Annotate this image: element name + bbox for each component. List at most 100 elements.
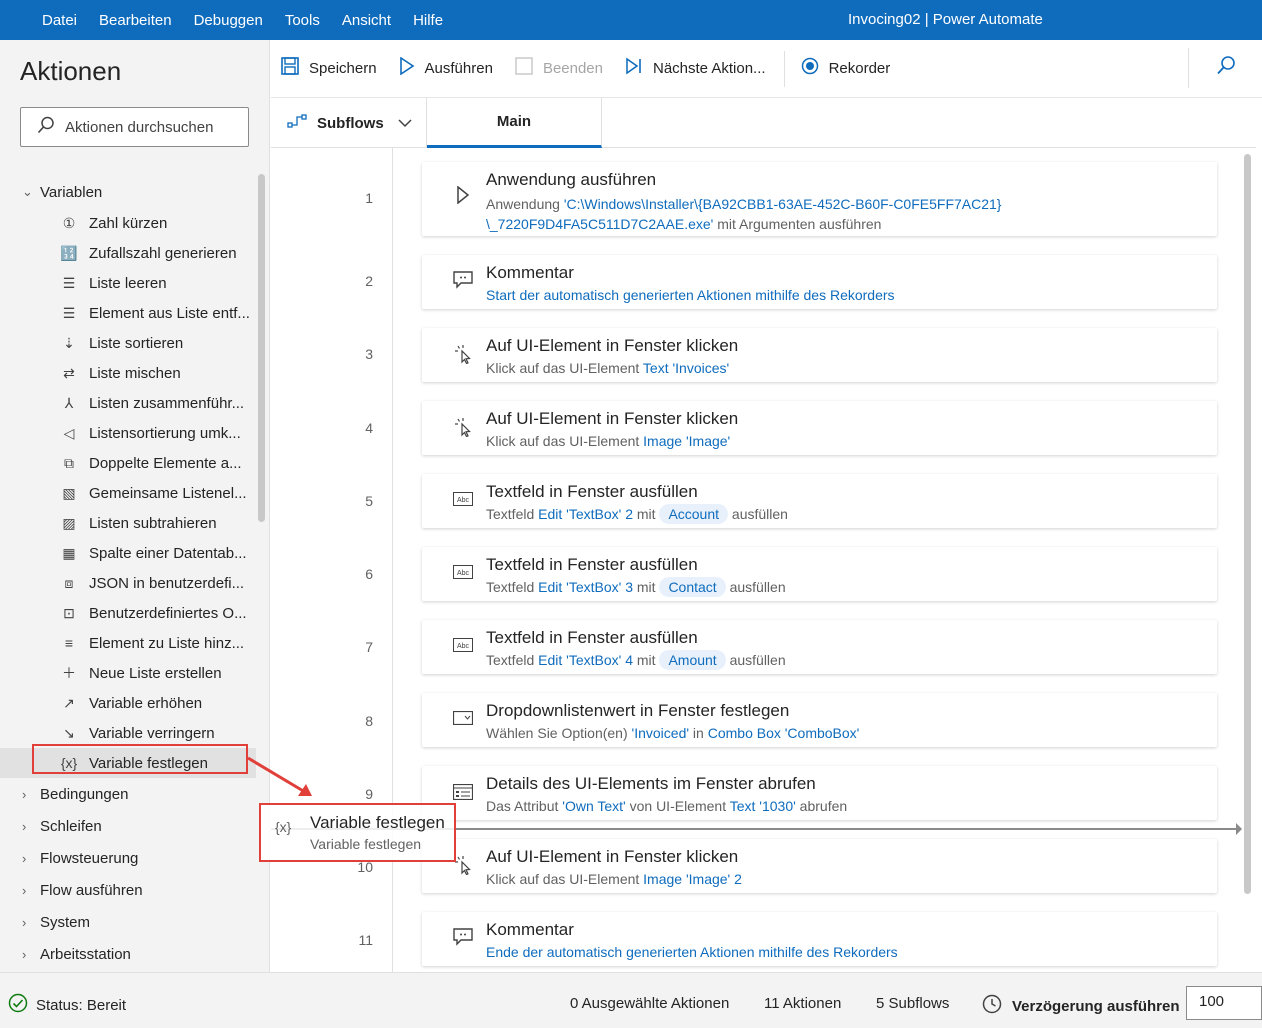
action-liste-sortieren[interactable]: ⇣ Liste sortieren xyxy=(0,328,256,358)
step-link[interactable]: 'C:\Windows\Installer\{BA92CBB1-63AE-452… xyxy=(564,196,1002,212)
line-number: 6 xyxy=(365,566,373,582)
action-variable-erhoehen[interactable]: ↗ Variable erhöhen xyxy=(0,688,256,718)
step-link[interactable]: Edit 'TextBox' 2 xyxy=(538,506,633,522)
category-flowsteuerung[interactable]: › Flowsteuerung xyxy=(0,842,256,874)
flow-step[interactable]: Abc Textfeld in Fenster ausfüllen Textfe… xyxy=(422,474,1217,528)
textbox-icon: Abc xyxy=(452,638,474,656)
step-link[interactable]: 'Invoiced' xyxy=(632,725,690,741)
category-arbeitsstation[interactable]: › Arbeitsstation xyxy=(0,938,256,970)
clear-list-icon: ☰ xyxy=(62,274,76,291)
flow-step[interactable]: Auf UI-Element in Fenster klicken Klick … xyxy=(422,328,1217,382)
variable-pill[interactable]: Contact xyxy=(659,577,726,597)
action-listen-zusammenfuehren[interactable]: ⅄ Listen zusammenführ... xyxy=(0,388,256,418)
flow-step[interactable]: Dropdownlistenwert in Fenster festlegen … xyxy=(422,693,1217,747)
random-number-icon: 🔢 xyxy=(60,244,78,261)
menu-bearbeiten[interactable]: Bearbeiten xyxy=(99,12,172,29)
category-schleifen[interactable]: › Schleifen xyxy=(0,810,256,842)
flow-step[interactable]: Auf UI-Element in Fenster klicken Klick … xyxy=(422,401,1217,455)
flow-search-button[interactable] xyxy=(1188,48,1262,88)
actions-tree: ⌄ Variablen ① Zahl kürzen 🔢 Zufallszahl ge… xyxy=(0,176,256,970)
actions-count: 11 Aktionen xyxy=(764,995,842,1012)
step-title: Kommentar xyxy=(486,920,574,939)
chevron-right-icon: › xyxy=(22,882,27,898)
flow-step[interactable]: Details des UI-Elements im Fenster abruf… xyxy=(422,766,1217,820)
step-link[interactable]: Edit 'TextBox' 3 xyxy=(538,579,633,595)
step-title: Details des UI-Elements im Fenster abruf… xyxy=(486,774,816,793)
run-delay-input[interactable]: 100 xyxy=(1186,986,1262,1020)
step-link[interactable]: 'Own Text' xyxy=(562,798,625,814)
action-doppelte-elemente[interactable]: ⧉ Doppelte Elemente a... xyxy=(0,448,256,478)
action-json-konvertieren[interactable]: ⧈ JSON in benutzerdefi... xyxy=(0,568,256,598)
variable-pill[interactable]: Amount xyxy=(659,650,726,670)
action-element-entfernen[interactable]: ☰ Element aus Liste entf... xyxy=(0,298,256,328)
step-link[interactable]: Combo Box 'ComboBox' xyxy=(708,725,860,741)
stop-button[interactable]: Beenden xyxy=(515,57,603,80)
action-spalte-datentabelle[interactable]: ▦ Spalte einer Datentab... xyxy=(0,538,256,568)
step-link[interactable]: Edit 'TextBox' 4 xyxy=(538,652,633,668)
flow-step[interactable]: Auf UI-Element in Fenster klicken Klick … xyxy=(422,839,1217,893)
increase-variable-icon: ↗ xyxy=(63,694,75,711)
actions-search-input[interactable]: Aktionen durchsuchen xyxy=(20,107,249,147)
category-variablen[interactable]: ⌄ Variablen xyxy=(0,176,256,208)
variable-pill[interactable]: Account xyxy=(659,504,729,524)
menu-tools[interactable]: Tools xyxy=(285,12,320,29)
action-zufallszahl[interactable]: 🔢 Zufallszahl generieren xyxy=(0,238,256,268)
menu-bar: Datei Bearbeiten Debuggen Tools Ansicht … xyxy=(42,0,465,40)
menu-debuggen[interactable]: Debuggen xyxy=(194,12,263,29)
step-title: Anwendung ausführen xyxy=(486,170,657,189)
step-link[interactable]: Text 'Invoices' xyxy=(643,360,729,376)
category-bedingungen[interactable]: › Bedingungen xyxy=(0,778,256,810)
step-title: Kommentar xyxy=(486,263,574,282)
line-number: 8 xyxy=(365,713,373,729)
action-liste-leeren[interactable]: ☰ Liste leeren xyxy=(0,268,256,298)
search-icon xyxy=(1216,55,1236,81)
recorder-button[interactable]: Rekorder xyxy=(801,57,890,80)
drag-preview[interactable]: {x} Variable festlegen Variable festlege… xyxy=(259,803,456,862)
tab-main[interactable]: Main xyxy=(427,98,602,148)
flow-step[interactable]: Abc Textfeld in Fenster ausfüllen Textfe… xyxy=(422,620,1217,674)
step-title: Auf UI-Element in Fenster klicken xyxy=(486,847,739,866)
click-icon xyxy=(452,344,474,368)
menu-hilfe[interactable]: Hilfe xyxy=(413,12,443,29)
chevron-down-icon: ⌄ xyxy=(22,184,33,199)
run-button[interactable]: Ausführen xyxy=(399,56,493,80)
action-zahl-kuerzen[interactable]: ① Zahl kürzen xyxy=(0,208,256,238)
step-link[interactable]: Text '1030' xyxy=(730,798,796,814)
step-description: Wählen Sie Option(en) 'Invoiced' in Comb… xyxy=(486,725,860,741)
stop-icon xyxy=(515,57,533,80)
action-listen-subtrahieren[interactable]: ▨ Listen subtrahieren xyxy=(0,508,256,538)
action-liste-mischen[interactable]: ⇄ Liste mischen xyxy=(0,358,256,388)
chevron-right-icon: › xyxy=(22,818,27,834)
line-number: 4 xyxy=(365,420,373,436)
action-neue-liste[interactable]: ＋ Neue Liste erstellen xyxy=(0,658,256,688)
flow-scrollbar[interactable] xyxy=(1244,154,1251,894)
action-gemeinsame-listenelemente[interactable]: ▧ Gemeinsame Listenel... xyxy=(0,478,256,508)
step-link[interactable]: \_7220F9D4FA5C511D7C2AAE.exe' xyxy=(486,216,713,232)
drag-preview-title: Variable festlegen xyxy=(310,813,445,832)
status-bar: Status: Bereit 0 Ausgewählte Aktionen 11… xyxy=(0,972,1262,1028)
flow-step[interactable]: Anwendung ausführen Anwendung 'C:\Window… xyxy=(422,162,1217,236)
save-button[interactable]: Speichern xyxy=(281,57,377,80)
category-system[interactable]: › System xyxy=(0,906,256,938)
subflows-dropdown[interactable]: Subflows xyxy=(271,98,427,148)
menu-datei[interactable]: Datei xyxy=(42,12,77,29)
subflows-icon xyxy=(287,113,307,133)
menu-ansicht[interactable]: Ansicht xyxy=(342,12,391,29)
flow-step[interactable]: Kommentar Ende der automatisch generiert… xyxy=(422,912,1217,966)
actions-panel: Aktionen Aktionen durchsuchen ⌄ Variable… xyxy=(0,40,270,972)
step-link[interactable]: Image 'Image' 2 xyxy=(643,871,742,887)
action-benutzerdefiniertes-objekt[interactable]: ⊡ Benutzerdefiniertes O... xyxy=(0,598,256,628)
category-flow-ausfuehren[interactable]: › Flow ausführen xyxy=(0,874,256,906)
next-action-button[interactable]: Nächste Aktion... xyxy=(625,57,766,80)
action-listensortierung-umkehren[interactable]: ◁ Listensortierung umk... xyxy=(0,418,256,448)
action-element-zu-liste[interactable]: ≡ Element zu Liste hinz... xyxy=(0,628,256,658)
play-icon xyxy=(452,185,474,208)
selected-actions-count: 0 Ausgewählte Aktionen xyxy=(570,995,730,1012)
flow-step[interactable]: Kommentar Start der automatisch generier… xyxy=(422,255,1217,309)
actions-panel-scrollbar[interactable] xyxy=(258,174,265,522)
chevron-right-icon: › xyxy=(22,946,27,962)
step-link[interactable]: Image 'Image' xyxy=(643,433,730,449)
step-title: Dropdownlistenwert in Fenster festlegen xyxy=(486,701,790,720)
set-variable-icon: {x} xyxy=(275,819,292,835)
flow-step[interactable]: Abc Textfeld in Fenster ausfüllen Textfe… xyxy=(422,547,1217,601)
